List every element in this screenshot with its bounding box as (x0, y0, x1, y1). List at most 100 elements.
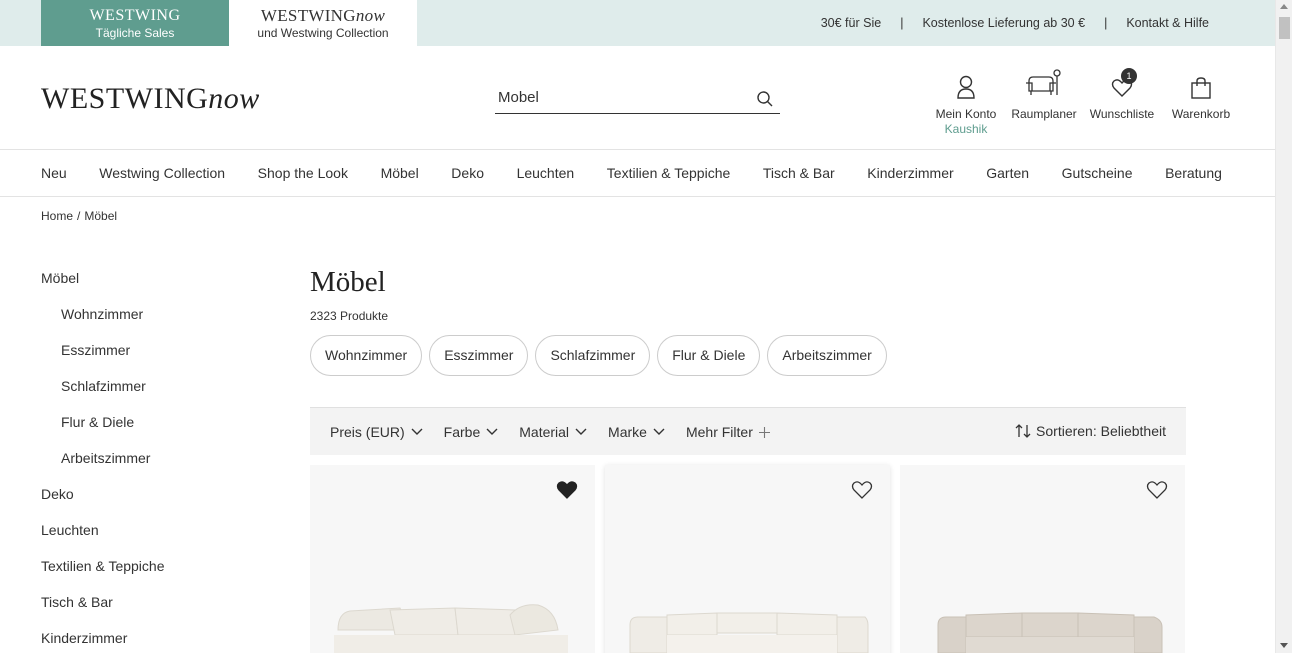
filter-material[interactable]: Material (519, 424, 587, 440)
nav-item-leuchten[interactable]: Leuchten (517, 165, 575, 181)
room-planner-label: Raumplaner (1011, 107, 1077, 121)
page-title: Möbel (310, 266, 386, 298)
cart-button[interactable]: Warenkorb (1168, 68, 1234, 121)
filter-color-label: Farbe (443, 424, 481, 440)
sidebar-item-kinderzimmer[interactable]: Kinderzimmer (41, 630, 164, 653)
sidebar-item-textilien[interactable]: Textilien & Teppiche (41, 558, 164, 594)
nav-item-shop-the-look[interactable]: Shop the Look (258, 165, 348, 181)
sales-brand: WESTWING (89, 7, 181, 24)
category-chips: Wohnzimmer Esszimmer Schlafzimmer Flur &… (310, 335, 894, 376)
filter-material-label: Material (519, 424, 570, 440)
link-free-delivery[interactable]: Kostenlose Lieferung ab 30 € (922, 16, 1085, 30)
plus-icon (758, 426, 770, 438)
product-count: 2323 Produkte (310, 309, 389, 323)
category-sidebar: Möbel Wohnzimmer Esszimmer Schlafzimmer … (41, 270, 164, 653)
nav-divider (0, 196, 1275, 197)
nav-item-deko[interactable]: Deko (451, 165, 484, 181)
chevron-down-icon (653, 428, 665, 435)
nav-item-textilien[interactable]: Textilien & Teppiche (607, 165, 730, 181)
filter-price[interactable]: Preis (EUR) (330, 424, 423, 440)
nav-item-tisch-bar[interactable]: Tisch & Bar (763, 165, 835, 181)
search-box (495, 85, 780, 114)
search-input[interactable] (495, 85, 745, 106)
now-brand: WESTWINGnow (229, 6, 417, 26)
sidebar-item-leuchten[interactable]: Leuchten (41, 522, 164, 558)
chip-schlafzimmer[interactable]: Schlafzimmer (535, 335, 651, 376)
wishlist-count-badge: 1 (1121, 68, 1137, 84)
chip-esszimmer[interactable]: Esszimmer (429, 335, 529, 376)
product-card[interactable] (900, 465, 1185, 653)
cart-label: Warenkorb (1171, 107, 1231, 121)
sidebar-item-tisch-bar[interactable]: Tisch & Bar (41, 594, 164, 630)
sofa-image (334, 604, 568, 653)
sofa-image (937, 612, 1163, 653)
now-brand-main: WESTWING (260, 6, 356, 25)
room-planner-button[interactable]: Raumplaner (1009, 68, 1079, 121)
tab-westwing-sales[interactable]: WESTWING Tägliche Sales (41, 0, 229, 46)
sidebar-item-schlafzimmer[interactable]: Schlafzimmer (41, 378, 164, 414)
header-divider (0, 149, 1275, 150)
nav-item-gutscheine[interactable]: Gutscheine (1062, 165, 1133, 181)
search-icon[interactable] (756, 90, 774, 113)
breadcrumb-home[interactable]: Home (41, 209, 73, 223)
account-label: Mein Konto (935, 107, 997, 121)
filter-brand-label: Marke (608, 424, 647, 440)
wishlist-button[interactable]: 1 Wunschliste (1088, 68, 1156, 121)
more-filters-label: Mehr Filter (685, 424, 753, 440)
armchair-icon (1024, 69, 1064, 102)
nav-item-kinderzimmer[interactable]: Kinderzimmer (867, 165, 953, 181)
sales-sub: Tägliche Sales (95, 26, 175, 40)
filter-brand[interactable]: Marke (608, 424, 665, 440)
main-nav: Neu Westwing Collection Shop the Look Mö… (41, 165, 1222, 181)
chevron-down-icon (411, 428, 423, 435)
sidebar-item-esszimmer[interactable]: Esszimmer (41, 342, 164, 378)
account-button[interactable]: Mein Konto Kaushik (931, 68, 1001, 136)
chip-wohnzimmer[interactable]: Wohnzimmer (310, 335, 423, 376)
divider: | (1104, 16, 1108, 30)
breadcrumb: Home / Möbel (41, 209, 117, 223)
wishlist-label: Wunschliste (1089, 107, 1155, 121)
divider: | (900, 16, 904, 30)
sidebar-item-arbeitszimmer[interactable]: Arbeitszimmer (41, 450, 164, 486)
sidebar-item-deko[interactable]: Deko (41, 486, 164, 522)
scrollbar-thumb[interactable] (1279, 17, 1290, 39)
top-links: 30€ für Sie | Kostenlose Lieferung ab 30… (821, 16, 1209, 30)
link-voucher[interactable]: 30€ für Sie (821, 16, 881, 30)
filter-bar: Preis (EUR) Farbe Material Marke Mehr Fi… (310, 407, 1186, 455)
breadcrumb-current: Möbel (84, 209, 118, 223)
sidebar-item-moebel[interactable]: Möbel (41, 270, 164, 306)
nav-item-westwing-collection[interactable]: Westwing Collection (99, 165, 225, 181)
nav-item-neu[interactable]: Neu (41, 165, 67, 181)
chevron-down-icon (486, 428, 498, 435)
sidebar-item-wohnzimmer[interactable]: Wohnzimmer (41, 306, 164, 342)
logo-main: WESTWING (41, 82, 209, 115)
user-icon (956, 75, 976, 102)
chip-flur-diele[interactable]: Flur & Diele (657, 335, 761, 376)
product-card[interactable] (310, 465, 595, 653)
top-bar: WESTWING Tägliche Sales WESTWINGnow und … (0, 0, 1275, 46)
scroll-down-icon[interactable] (1280, 643, 1288, 648)
nav-item-garten[interactable]: Garten (986, 165, 1029, 181)
more-filters-button[interactable]: Mehr Filter (686, 424, 770, 440)
scroll-up-icon[interactable] (1280, 4, 1288, 9)
logo-italic: now (208, 82, 260, 115)
chip-arbeitszimmer[interactable]: Arbeitszimmer (767, 335, 887, 376)
shopping-bag-icon (1190, 77, 1212, 102)
breadcrumb-separator: / (77, 209, 81, 223)
nav-item-moebel[interactable]: Möbel (381, 165, 419, 181)
tab-westwing-now[interactable]: WESTWINGnow und Westwing Collection (229, 0, 417, 46)
site-logo[interactable]: WESTWINGnow (41, 82, 260, 116)
nav-item-beratung[interactable]: Beratung (1165, 165, 1222, 181)
sort-dropdown[interactable]: Sortieren: Beliebtheit (1015, 423, 1166, 439)
sofa-image (629, 612, 869, 653)
sort-label: Sortieren: Beliebtheit (1036, 423, 1166, 439)
filter-price-label: Preis (EUR) (330, 424, 405, 440)
page-scrollbar[interactable] (1275, 0, 1292, 653)
filter-color[interactable]: Farbe (444, 424, 499, 440)
sort-arrows-icon (1015, 424, 1031, 438)
link-contact[interactable]: Kontakt & Hilfe (1126, 16, 1209, 30)
chevron-down-icon (575, 428, 587, 435)
sidebar-item-flur-diele[interactable]: Flur & Diele (41, 414, 164, 450)
product-card[interactable] (605, 465, 890, 653)
now-brand-italic: now (355, 6, 386, 25)
